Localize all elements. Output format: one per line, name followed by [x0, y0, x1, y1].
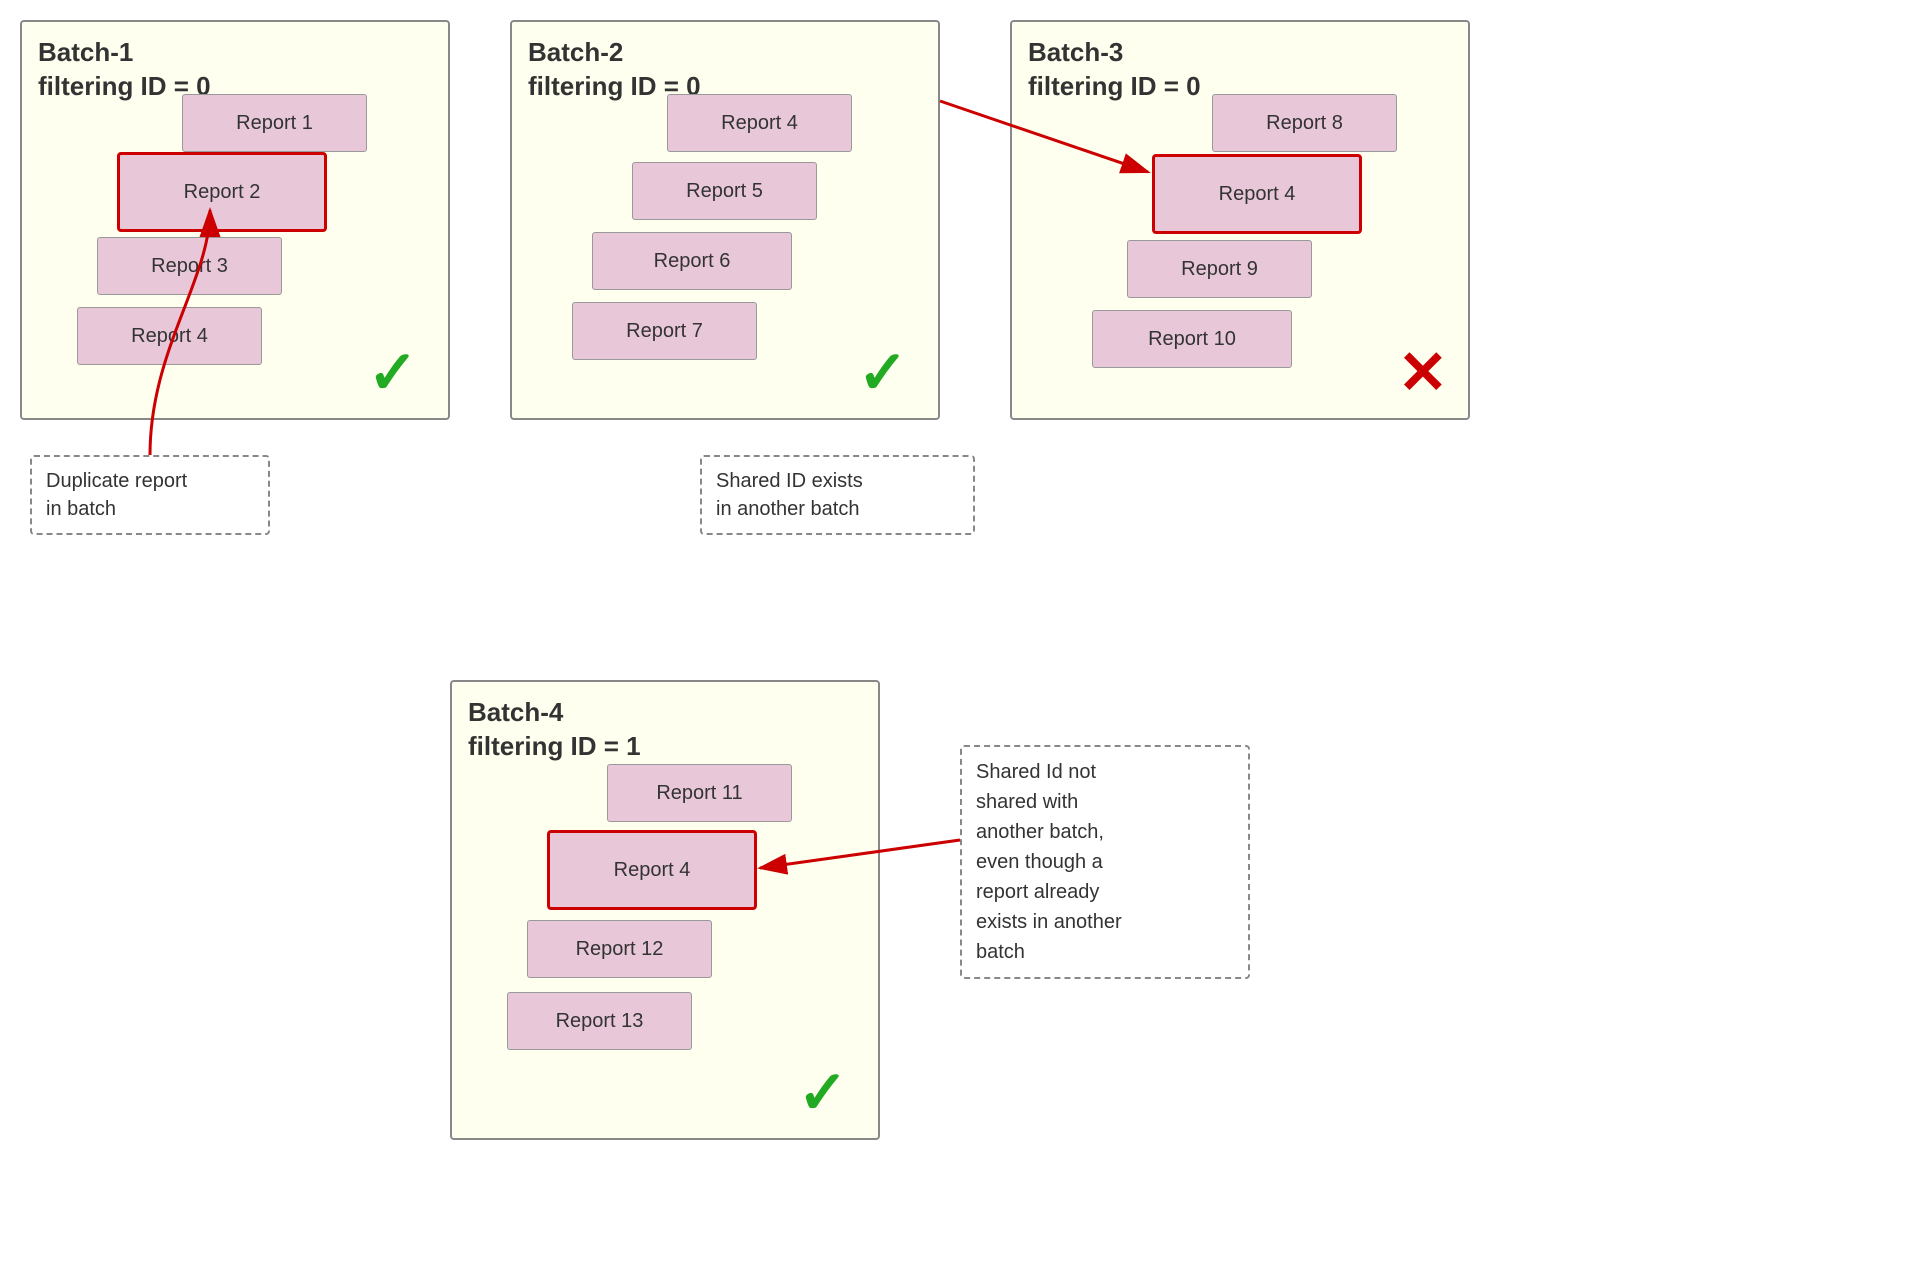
batch3-report4: Report 4	[1152, 154, 1362, 234]
annotation-not-shared: Shared Id notshared withanother batch,ev…	[960, 745, 1250, 979]
annotation-duplicate: Duplicate reportin batch	[30, 455, 270, 535]
batch1-box: Batch-1filtering ID = 0 Report 1 Report …	[20, 20, 450, 420]
batch1-report1: Report 1	[182, 94, 367, 152]
batch3-title: Batch-3filtering ID = 0	[1028, 36, 1201, 104]
batch1-report2: Report 2	[117, 152, 327, 232]
batch2-report6: Report 6	[592, 232, 792, 290]
batch3-report10: Report 10	[1092, 310, 1292, 368]
batch3-report8: Report 8	[1212, 94, 1397, 152]
batch4-report13: Report 13	[507, 992, 692, 1050]
batch2-checkmark: ✓	[858, 338, 908, 408]
batch3-box: Batch-3filtering ID = 0 Report 8 Report …	[1010, 20, 1470, 420]
batch4-report11: Report 11	[607, 764, 792, 822]
batch4-checkmark: ✓	[798, 1058, 848, 1128]
batch2-box: Batch-2filtering ID = 0 Report 4 Report …	[510, 20, 940, 420]
batch1-checkmark: ✓	[368, 338, 418, 408]
batch4-report4: Report 4	[547, 830, 757, 910]
batch3-xmark: ✕	[1398, 338, 1448, 408]
annotation-shared-id: Shared ID existsin another batch	[700, 455, 975, 535]
batch2-report4: Report 4	[667, 94, 852, 152]
batch4-box: Batch-4filtering ID = 1 Report 11 Report…	[450, 680, 880, 1140]
batch2-report7: Report 7	[572, 302, 757, 360]
batch4-title: Batch-4filtering ID = 1	[468, 696, 641, 764]
batch1-report4: Report 4	[77, 307, 262, 365]
batch4-report12: Report 12	[527, 920, 712, 978]
batch2-report5: Report 5	[632, 162, 817, 220]
batch3-report9: Report 9	[1127, 240, 1312, 298]
diagram-container: Batch-1filtering ID = 0 Report 1 Report …	[0, 0, 1921, 1270]
batch1-report3: Report 3	[97, 237, 282, 295]
